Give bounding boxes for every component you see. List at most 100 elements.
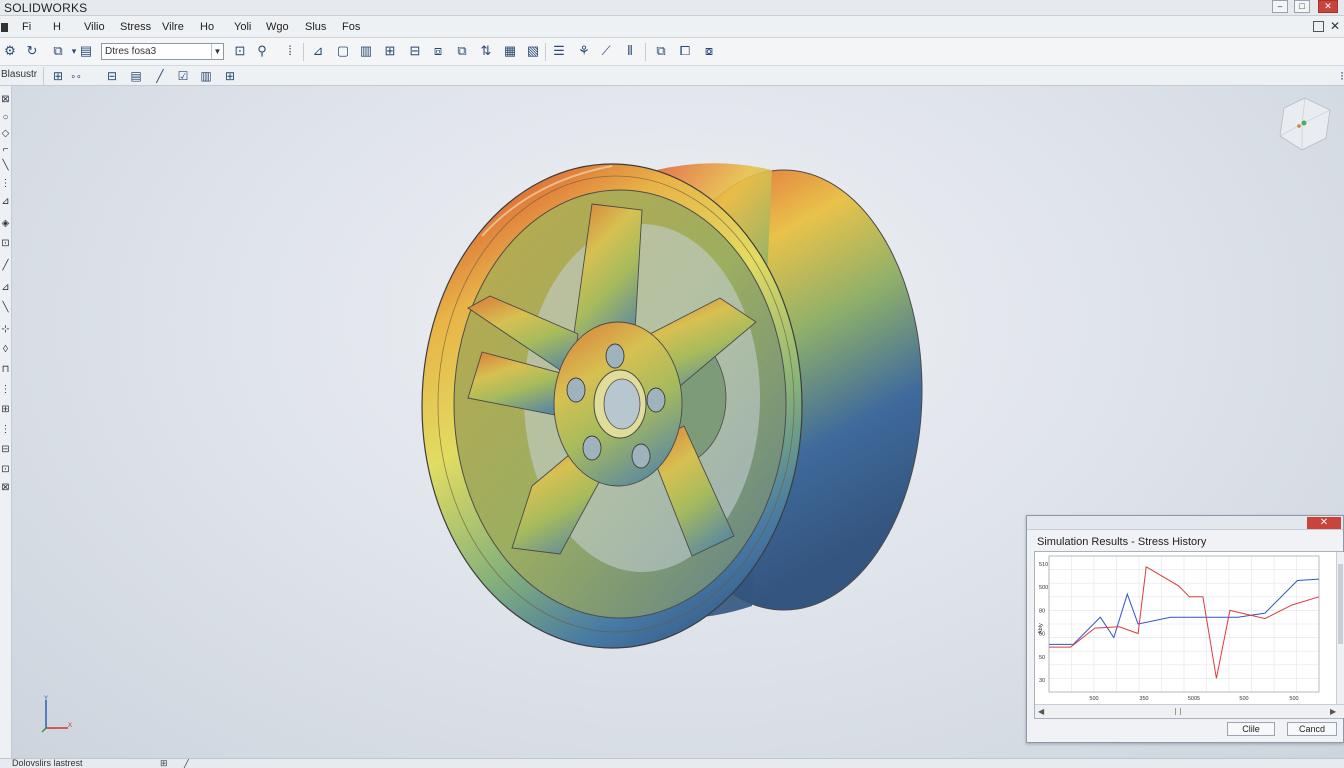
tool-icon[interactable]: ◊ [0, 344, 11, 355]
load-icon[interactable]: ⧈ [430, 43, 446, 59]
report-icon[interactable]: ☰ [551, 43, 567, 59]
scroll-right-icon[interactable]: ▶ [1330, 707, 1336, 716]
x-tick-label: 500 [1239, 696, 1248, 702]
status-text: Dolovslirs lastrest [12, 758, 83, 768]
tool-icon[interactable]: ⌐ [0, 144, 11, 155]
cancel-button[interactable]: Cancd [1287, 722, 1337, 736]
tool-icon[interactable]: ⋮ [0, 384, 11, 395]
graph-icon[interactable]: ⟋ [598, 43, 614, 59]
status-line-icon: ╱ [184, 758, 190, 768]
chevron-down-icon[interactable]: ▼ [211, 44, 223, 59]
restore-doc-icon[interactable] [1313, 21, 1324, 32]
scroll-thumb[interactable] [1338, 564, 1343, 644]
restore-button[interactable]: □ [1294, 0, 1310, 13]
x-tick-label: 500 [1289, 696, 1298, 702]
mesh-icon[interactable]: ⧉ [454, 43, 470, 59]
tool-icon[interactable]: ╲ [0, 160, 11, 171]
sketch-icon[interactable]: ⊿ [310, 43, 326, 59]
close-doc-icon[interactable]: ✕ [1330, 19, 1340, 33]
tool-icon[interactable]: ⊹ [0, 324, 11, 335]
chart-horizontal-scrollbar[interactable]: ◀ ▶ [1035, 704, 1344, 718]
part-icon[interactable]: ▢ [335, 43, 351, 59]
title-bar: SOLIDWORKS – □ ✕ [0, 0, 1344, 16]
tool-icon[interactable]: ╲ [0, 302, 11, 313]
chart-vertical-scrollbar[interactable] [1336, 552, 1344, 704]
menu-item-slus[interactable]: Slus [305, 21, 326, 33]
menu-grip-icon [1, 23, 8, 32]
toolbar-separator [545, 43, 546, 61]
calc-icon[interactable]: ⊞ [222, 68, 238, 84]
dots-icon[interactable]: ∘∘ [68, 68, 84, 84]
scroll-thumb[interactable] [1175, 708, 1181, 715]
y-tick-label: 510 [1039, 562, 1048, 568]
open-icon[interactable]: ↻ [24, 43, 40, 59]
tool-icon[interactable]: ⊠ [0, 94, 11, 105]
view-cube-icon[interactable] [1274, 92, 1336, 154]
y-tick-label: 30 [1039, 678, 1045, 684]
line-icon[interactable]: ╱ [152, 68, 168, 84]
sim-window-titlebar[interactable]: ✕ [1027, 516, 1343, 530]
y-tick-label: 50 [1039, 655, 1045, 661]
tool-icon[interactable]: ⊡ [0, 464, 11, 475]
minimize-button[interactable]: – [1272, 0, 1288, 13]
chart-icon[interactable]: ⦀ [622, 43, 638, 59]
print-icon[interactable]: ▤ [78, 43, 94, 59]
sheet-icon[interactable]: ▥ [198, 68, 214, 84]
menu-item-help[interactable]: H [53, 21, 61, 33]
x-tick-label: 500 [1089, 696, 1098, 702]
tool-icon[interactable]: ⊟ [0, 444, 11, 455]
study-icon[interactable]: ⊞ [382, 43, 398, 59]
x-tick-label: 5005 [1188, 696, 1200, 702]
menu-item-file[interactable]: Fi [22, 21, 31, 33]
plot-icon[interactable]: ▧ [525, 43, 541, 59]
left-icon-strip: ⊠ ○ ◇ ⌐ ╲ ⋮ ⊿ ◈ ⊡ ╱ ⊿ ╲ ⊹ ◊ ⊓ ⋮ ⊞ ⋮ ⊟ ⊡ … [0, 86, 12, 758]
run-icon[interactable]: ⇅ [478, 43, 494, 59]
grid-icon[interactable]: ⁞ [282, 43, 298, 59]
tool-icon[interactable]: ⋮ [0, 424, 11, 435]
ok-button[interactable]: Clile [1227, 722, 1275, 736]
menu-item-ho[interactable]: Ho [200, 21, 214, 33]
probe-icon[interactable]: ⚘ [576, 43, 592, 59]
tool-icon[interactable]: ⋮ [0, 178, 11, 189]
result-icon[interactable]: ▦ [502, 43, 518, 59]
feature-tree-icon[interactable]: ⊞ [50, 68, 66, 84]
fixture-icon[interactable]: ⊟ [407, 43, 423, 59]
svg-text:X: X [68, 723, 72, 729]
expand-icon[interactable]: ⁝ [1334, 68, 1344, 84]
menu-item-yoli[interactable]: Yoli [234, 21, 251, 33]
tool-icon[interactable]: ╱ [0, 260, 11, 271]
window-icon[interactable]: ⧇ [701, 43, 717, 59]
copy-icon[interactable]: ⧉ [653, 43, 669, 59]
secondary-toolbar: Blasustr ⊞ ∘∘ ⊟ ▤ ╱ ☑ ▥ ⊞ ⁝ [0, 66, 1344, 86]
tool-icon[interactable]: ◇ [0, 128, 11, 139]
study-selector-value: Dtres fosa3 [105, 46, 157, 57]
menu-item-wgo[interactable]: Wgo [266, 21, 289, 33]
tool-icon[interactable]: ⊿ [0, 282, 11, 293]
menu-item-fos[interactable]: Fos [342, 21, 360, 33]
chart-svg: 51050080605030Ably500 350 5005 500 500 [1038, 555, 1320, 702]
new-icon[interactable]: ⚙ [2, 43, 18, 59]
rebuild-icon[interactable]: ⊡ [232, 43, 248, 59]
tool-icon[interactable]: ◈ [0, 218, 11, 229]
menu-item-view[interactable]: Vilio [84, 21, 105, 33]
close-button[interactable]: ✕ [1318, 0, 1338, 13]
scroll-left-icon[interactable]: ◀ [1038, 707, 1044, 716]
list-icon[interactable]: ▤ [128, 68, 144, 84]
layers-icon[interactable]: ⧠ [677, 43, 693, 59]
sim-close-button[interactable]: ✕ [1307, 517, 1341, 529]
tool-icon[interactable]: ⊞ [0, 404, 11, 415]
menu-item-vilre[interactable]: Vilre [162, 21, 184, 33]
assembly-icon[interactable]: ▥ [358, 43, 374, 59]
tool-icon[interactable]: ⊡ [0, 238, 11, 249]
tool-icon[interactable]: ⊿ [0, 196, 11, 207]
check-icon[interactable]: ☑ [175, 68, 191, 84]
table-icon[interactable]: ⊟ [104, 68, 120, 84]
save-icon[interactable]: ⧉ [50, 43, 66, 59]
menu-item-stress[interactable]: Stress [120, 21, 151, 33]
simulation-results-window[interactable]: ✕ Simulation Results - Stress History 51… [1026, 515, 1344, 743]
tool-icon[interactable]: ⊠ [0, 482, 11, 493]
tool-icon[interactable]: ⊓ [0, 364, 11, 375]
study-selector[interactable]: Dtres fosa3 ▼ [101, 43, 224, 60]
tool-icon[interactable]: ○ [0, 112, 11, 123]
options-icon[interactable]: ⚲ [254, 43, 270, 59]
